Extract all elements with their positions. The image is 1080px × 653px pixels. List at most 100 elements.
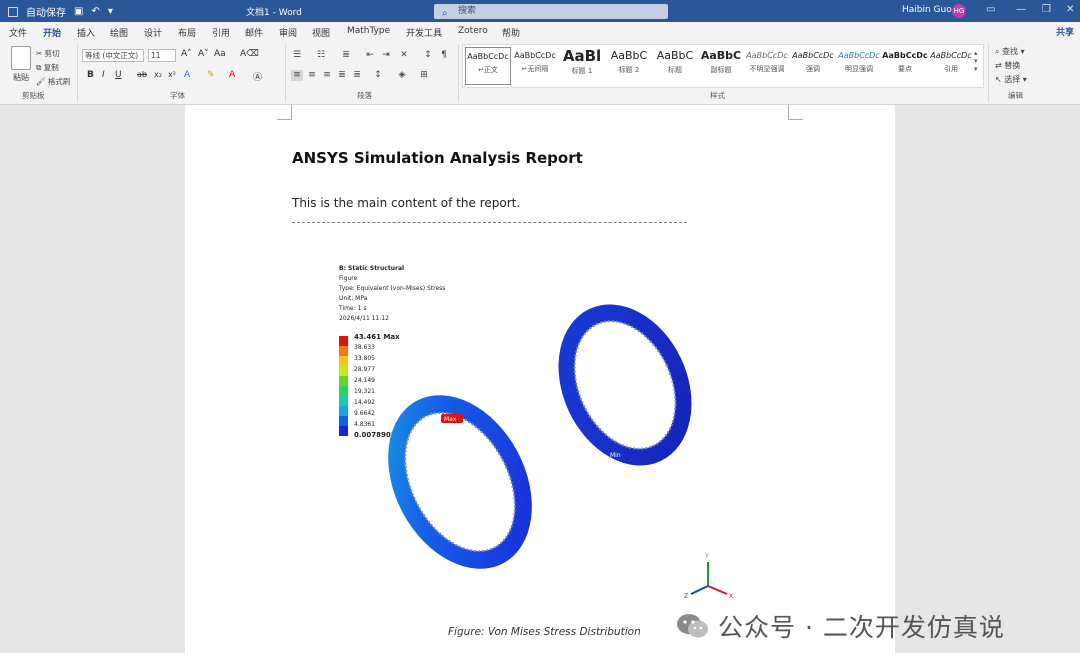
copy-label: 复制 xyxy=(43,63,59,72)
numbering-icon[interactable]: ☷ xyxy=(315,50,327,61)
document-page[interactable]: ANSYS Simulation Analysis Report This is… xyxy=(185,105,895,653)
paste-button[interactable]: 粘贴 xyxy=(8,46,34,83)
axis-x-label: X xyxy=(729,593,733,600)
align-right-icon[interactable]: ≡ xyxy=(321,70,333,81)
report-heading[interactable]: ANSYS Simulation Analysis Report xyxy=(292,149,583,167)
shading-icon[interactable]: ◈ xyxy=(396,70,408,81)
char-shading-icon[interactable]: Ⓐ xyxy=(253,70,262,83)
italic-icon[interactable]: I xyxy=(102,70,105,80)
tab-view[interactable]: 视图 xyxy=(312,26,330,39)
tab-draw[interactable]: 绘图 xyxy=(110,26,128,39)
line-spacing-icon[interactable]: ↕ xyxy=(372,70,384,81)
autosave-label: 自动保存 xyxy=(26,8,66,19)
style-item[interactable]: AaBbC 标题 xyxy=(652,47,698,85)
maximize-icon[interactable]: ❐ xyxy=(1042,4,1051,15)
tab-developer[interactable]: 开发工具 xyxy=(406,26,442,39)
decrease-indent-icon[interactable]: ⇤ xyxy=(364,50,376,61)
chinese-layout-icon[interactable]: ✕ xyxy=(398,50,410,61)
sort-icon[interactable]: ↕ xyxy=(422,50,434,61)
bold-icon[interactable]: B xyxy=(87,70,94,80)
borders-icon[interactable]: ⊞ xyxy=(418,70,430,81)
tab-mailings[interactable]: 邮件 xyxy=(245,26,263,39)
font-name-select[interactable]: 等线 (中文正文) xyxy=(82,49,144,62)
format-painter-button[interactable]: 🖌 格式刷 xyxy=(36,76,70,87)
document-title: 文档1 - Word xyxy=(246,8,302,18)
style-item[interactable]: AaBbC 标题 2 xyxy=(606,47,652,85)
clear-format-icon[interactable]: A⌫ xyxy=(240,49,259,59)
style-name: 引用 xyxy=(944,65,958,73)
ribbon-display-icon[interactable]: ▭ xyxy=(986,4,995,15)
replace-label: 替换 xyxy=(1004,61,1021,70)
multilevel-list-icon[interactable]: ≣ xyxy=(340,50,352,61)
style-name: 明显强调 xyxy=(845,65,873,73)
align-center-icon[interactable]: ≡ xyxy=(306,70,318,81)
style-item[interactable]: AaBbC 副标题 xyxy=(698,47,744,85)
style-item[interactable]: AaBbCcDc 要点 xyxy=(882,47,928,85)
style-name: 标题 1 xyxy=(571,67,593,75)
styles-scroll-icon[interactable]: ▴ ▾ ▾ xyxy=(974,49,978,73)
dashed-divider xyxy=(292,222,687,223)
wechat-icon xyxy=(676,612,710,640)
distributed-icon[interactable]: ≣ xyxy=(351,70,363,81)
close-icon[interactable]: ✕ xyxy=(1066,4,1074,15)
minimize-icon[interactable]: — xyxy=(1016,4,1026,15)
style-sample: AaBbC xyxy=(656,49,694,62)
tab-file[interactable]: 文件 xyxy=(9,26,27,39)
report-body-text[interactable]: This is the main content of the report. xyxy=(292,196,520,210)
ribbon-tabs: 文件 开始 插入 绘图 设计 布局 引用 邮件 审阅 视图 MathType 开… xyxy=(0,22,1080,42)
style-item[interactable]: AaBbCcDc 强调 xyxy=(790,47,836,85)
tab-help[interactable]: 帮助 xyxy=(502,26,520,39)
superscript-icon[interactable]: x² xyxy=(168,70,176,79)
strikethrough-icon[interactable]: ab xyxy=(137,70,147,79)
figure-caption[interactable]: Figure: Von Mises Stress Distribution xyxy=(448,626,641,638)
underline-icon[interactable]: U xyxy=(115,70,122,80)
shrink-font-icon[interactable]: A˅ xyxy=(198,49,209,59)
subscript-icon[interactable]: x₂ xyxy=(154,70,162,79)
style-item[interactable]: AaBbCcDc 不明显强调 xyxy=(744,47,790,85)
tab-references[interactable]: 引用 xyxy=(212,26,230,39)
undo-icon[interactable]: ↶ xyxy=(91,6,99,17)
tab-layout[interactable]: 布局 xyxy=(178,26,196,39)
style-item[interactable]: AaBbCcDc ↵正文 xyxy=(465,47,511,85)
search-placeholder: 搜索 xyxy=(458,6,477,16)
watermark: 公众号 · 二次开发仿真说 xyxy=(676,606,1005,646)
user-name[interactable]: Haibin Guo xyxy=(902,5,952,15)
style-name: 副标题 xyxy=(710,66,732,74)
tab-design[interactable]: 设计 xyxy=(144,26,162,39)
style-item[interactable]: AaBbCcDc 引用 xyxy=(928,47,974,85)
tab-mathtype[interactable]: MathType xyxy=(347,26,390,36)
font-size-select[interactable]: 11 xyxy=(148,49,176,62)
show-marks-icon[interactable]: ¶ xyxy=(438,50,450,61)
cut-button[interactable]: ✂ 剪切 xyxy=(36,48,60,59)
style-sample: AaBl xyxy=(562,47,602,65)
style-item[interactable]: AaBl 标题 1 xyxy=(559,47,605,85)
change-case-icon[interactable]: Aa xyxy=(214,49,226,59)
find-button[interactable]: ⌕ 查找 ▾ xyxy=(995,46,1025,57)
style-item[interactable]: AaBbCcDc ↵无间隔 xyxy=(512,47,558,85)
autosave-toggle[interactable] xyxy=(8,6,18,17)
align-left-icon[interactable]: ≡ xyxy=(291,70,303,81)
avatar[interactable]: HG xyxy=(952,4,966,18)
tab-review[interactable]: 审阅 xyxy=(279,26,297,39)
tab-insert[interactable]: 插入 xyxy=(77,26,95,39)
rings-render: Max Min Y X Z xyxy=(388,304,733,600)
font-color-icon[interactable]: A xyxy=(229,70,235,80)
share-button[interactable]: 共享 xyxy=(1056,25,1074,38)
style-item[interactable]: AaBbCcDc 明显强调 xyxy=(836,47,882,85)
copy-button[interactable]: ⧉ 复制 xyxy=(36,62,59,73)
increase-indent-icon[interactable]: ⇥ xyxy=(380,50,392,61)
style-sample: AaBbC xyxy=(610,49,648,62)
highlight-icon[interactable]: ✎ xyxy=(207,70,215,80)
tab-zotero[interactable]: Zotero xyxy=(458,26,488,36)
bullets-icon[interactable]: ☰ xyxy=(291,50,303,61)
stress-figure[interactable]: B: Static Structural Figure Type: Equiva… xyxy=(335,250,755,610)
select-button[interactable]: ↖ 选择 ▾ xyxy=(995,74,1027,85)
justify-icon[interactable]: ≣ xyxy=(336,70,348,81)
customize-icon[interactable]: ▾ xyxy=(108,6,113,17)
grow-font-icon[interactable]: A˄ xyxy=(181,49,192,59)
replace-button[interactable]: ⇄ 替换 xyxy=(995,60,1020,71)
save-icon[interactable]: ▣ xyxy=(74,6,83,17)
text-effects-icon[interactable]: A xyxy=(184,70,190,80)
style-sample: AaBbCcDc xyxy=(792,51,834,60)
search-box[interactable]: ⌕ 搜索 xyxy=(434,4,668,19)
